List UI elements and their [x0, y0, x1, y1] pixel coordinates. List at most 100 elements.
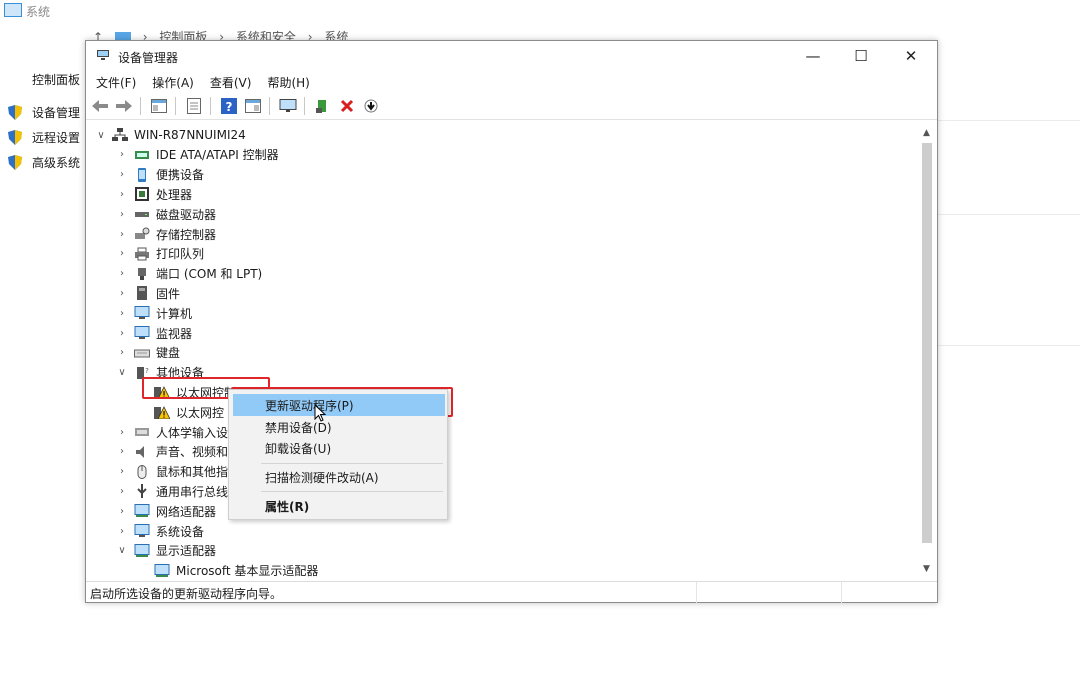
chevron-right-icon[interactable]: ›	[116, 288, 128, 299]
chevron-right-icon[interactable]: ›	[116, 446, 128, 457]
monitor-button[interactable]	[278, 96, 298, 116]
tree-child-item[interactable]: 以太网控	[154, 402, 224, 422]
tree-category-item[interactable]: › 固件	[120, 283, 180, 303]
menu-bar: 文件(F) 操作(A) 查看(V) 帮助(H)	[86, 71, 937, 93]
tree-item-label: 通用串行总线	[156, 484, 229, 499]
menu-view[interactable]: 查看(V)	[204, 71, 258, 93]
chevron-right-icon[interactable]: ›	[116, 268, 128, 279]
menu-item-properties[interactable]: 属性(R)	[229, 495, 447, 517]
show-hide-tree-button[interactable]	[149, 96, 169, 116]
menu-help[interactable]: 帮助(H)	[261, 71, 315, 93]
chevron-right-icon[interactable]: ›	[116, 427, 128, 438]
computer-network-icon	[112, 128, 128, 141]
mouse-pointer-icon	[314, 404, 326, 422]
scan-hardware-button[interactable]	[361, 96, 381, 116]
menu-item-label: 更新驱动程序(P)	[265, 398, 354, 413]
tree-root[interactable]: ∨ WIN-R87NNUIMI24	[96, 125, 246, 145]
chevron-right-icon[interactable]: ›	[116, 308, 128, 319]
window-pane-icon	[151, 99, 167, 113]
tree-category-item[interactable]: › 处理器	[120, 184, 193, 204]
sidebar-link-advanced-settings[interactable]: 高级系统	[8, 152, 80, 172]
properties-button[interactable]	[184, 96, 204, 116]
maximize-button[interactable]: ☐	[838, 41, 884, 71]
chevron-right-icon[interactable]: ›	[116, 466, 128, 477]
chevron-down-icon[interactable]: ∨	[96, 130, 106, 141]
scrollbar-thumb[interactable]	[922, 143, 932, 543]
chevron-right-icon[interactable]: ›	[116, 149, 128, 160]
forward-button[interactable]	[114, 96, 134, 116]
tree-category-item[interactable]: › 端口 (COM 和 LPT)	[120, 264, 262, 284]
device-tree[interactable]: ∨ WIN-R87NNUIMI24 › IDE ATA/ATAPI 控制器 › 便携设…	[86, 125, 916, 579]
tree-item-label: 计算机	[156, 306, 193, 321]
tree-item-label: 处理器	[156, 187, 193, 202]
chevron-right-icon[interactable]: ›	[116, 526, 128, 537]
chevron-right-icon[interactable]: ›	[116, 248, 128, 259]
toolbar-separator	[269, 97, 270, 115]
menu-file[interactable]: 文件(F)	[90, 71, 142, 93]
computer-icon	[134, 306, 150, 320]
sidebar-link-device-manager[interactable]: 设备管理	[8, 102, 80, 122]
back-button[interactable]	[90, 96, 110, 116]
minimize-button[interactable]: —	[790, 41, 836, 71]
sidebar-control-panel-home[interactable]: 控制面板	[32, 71, 80, 88]
storage-controller-icon	[135, 227, 150, 239]
tree-item-icon-wrap	[134, 346, 156, 360]
chevron-right-icon[interactable]: ›	[116, 486, 128, 497]
scroll-up-arrow-icon[interactable]: ▲	[918, 125, 935, 141]
menu-item-disable-device[interactable]: 禁用设备(D)	[229, 416, 447, 438]
chevron-right-icon[interactable]: ›	[116, 506, 128, 517]
tree-category-item[interactable]: › 系统设备	[120, 521, 204, 541]
chevron-down-icon[interactable]: ∨	[116, 545, 128, 556]
sidebar-link-remote-settings[interactable]: 远程设置	[8, 127, 80, 147]
chevron-right-icon[interactable]: ›	[116, 169, 128, 180]
tree-item-label: 显示适配器	[156, 544, 217, 559]
chevron-right-icon[interactable]: ›	[116, 209, 128, 220]
chevron-right-icon[interactable]: ›	[116, 229, 128, 240]
menu-item-scan-hardware[interactable]: 扫描检测硬件改动(A)	[229, 466, 447, 488]
tree-category-item[interactable]: › 便携设备	[120, 165, 204, 185]
tree-category-item[interactable]: › 存储控制器	[120, 224, 216, 244]
processor-icon	[135, 187, 149, 202]
tree-item-icon-wrap	[134, 247, 156, 261]
update-driver-button[interactable]	[313, 96, 333, 116]
tree-category-item[interactable]: › 网络适配器	[120, 501, 216, 521]
vertical-scrollbar[interactable]: ▲ ▼	[918, 125, 935, 579]
tree-item-icon-wrap	[134, 148, 156, 162]
tree-category-item[interactable]: › 通用串行总线	[120, 481, 229, 501]
svg-text:?: ?	[226, 100, 233, 114]
tree-category-item[interactable]: › 声音、视频和	[120, 442, 228, 462]
close-button[interactable]: ✕	[888, 41, 934, 71]
tree-item-icon-wrap	[134, 187, 156, 202]
tree-item-icon-wrap	[134, 445, 156, 459]
tree-category-item[interactable]: › IDE ATA/ATAPI 控制器	[120, 145, 279, 165]
mouse-icon	[137, 464, 147, 479]
tree-item-icon-wrap	[134, 484, 156, 499]
tree-category-item[interactable]: › 鼠标和其他指	[120, 462, 228, 482]
chevron-right-icon[interactable]: ›	[116, 328, 128, 339]
scroll-down-arrow-icon[interactable]: ▼	[918, 561, 935, 577]
usb-icon	[137, 484, 147, 499]
action-pane-button[interactable]	[243, 96, 263, 116]
menu-action[interactable]: 操作(A)	[146, 71, 200, 93]
tree-category-item[interactable]: › 键盘	[120, 343, 180, 363]
tree-category-item[interactable]: › 监视器	[120, 323, 192, 343]
tree-category-item[interactable]: › 人体学输入设	[120, 422, 229, 442]
menu-item-uninstall-device[interactable]: 卸载设备(U)	[229, 437, 447, 459]
tree-item-label: IDE ATA/ATAPI 控制器	[156, 148, 279, 163]
menu-item-update-driver[interactable]: 更新驱动程序(P)	[233, 394, 445, 416]
chevron-right-icon[interactable]: ›	[116, 189, 128, 200]
window-titlebar[interactable]: 设备管理器 — ☐ ✕	[86, 41, 937, 71]
tree-category-item[interactable]: ∨ 显示适配器	[118, 541, 217, 561]
network-adapter-icon	[134, 504, 150, 518]
tree-child-item[interactable]: Microsoft 基本显示适配器	[154, 561, 318, 579]
tree-category-item[interactable]: › 打印队列	[120, 244, 204, 264]
tree-category-item[interactable]: › 磁盘驱动器	[120, 204, 216, 224]
chevron-right-icon[interactable]: ›	[116, 347, 128, 358]
help-button[interactable]: ?	[219, 96, 239, 116]
tree-item-icon-wrap	[154, 405, 176, 420]
uninstall-button[interactable]	[337, 96, 357, 116]
chevron-down-icon[interactable]: ∨	[116, 367, 128, 378]
window-pane-icon	[245, 99, 261, 113]
tree-category-item[interactable]: › 计算机	[120, 303, 193, 323]
tree-item-label: 人体学输入设	[156, 425, 229, 440]
